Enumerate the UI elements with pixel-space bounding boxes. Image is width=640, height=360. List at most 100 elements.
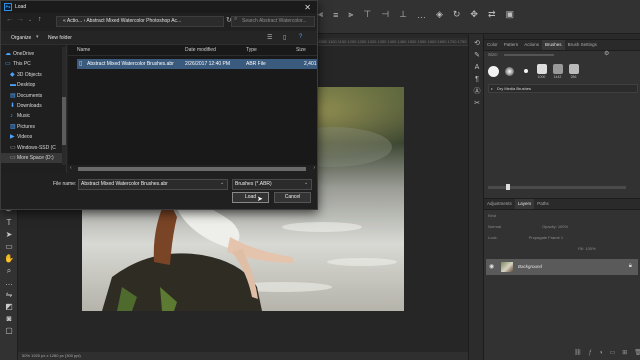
- fill-value[interactable]: 100%: [585, 246, 595, 251]
- screen-mode-icon[interactable]: ▢: [0, 325, 18, 337]
- brush-preset[interactable]: [519, 69, 532, 74]
- blend-mode-select[interactable]: Normal: [488, 224, 501, 229]
- brush-preset[interactable]: [487, 65, 500, 78]
- tab-adjustments[interactable]: Adjustments: [484, 199, 515, 209]
- folder-icon[interactable]: ▭: [610, 349, 616, 356]
- tab-layers[interactable]: Layers: [514, 199, 535, 209]
- view-options-icon[interactable]: ☰: [267, 34, 272, 41]
- path-select-icon[interactable]: ➤: [0, 229, 18, 241]
- tab-brush-settings[interactable]: Brush Settings: [565, 40, 600, 50]
- column-size[interactable]: Size: [296, 45, 306, 56]
- nav-item-downloads[interactable]: ⬇ Downloads: [1, 101, 66, 111]
- nav-scrollbar[interactable]: [62, 47, 66, 165]
- layer-name[interactable]: Background: [518, 259, 542, 275]
- type-tool-icon[interactable]: T: [0, 217, 18, 229]
- horizontal-scrollbar[interactable]: ‹ ›: [68, 165, 317, 173]
- 3d-mode-icon[interactable]: ◈: [436, 9, 443, 20]
- new-layer-icon[interactable]: ⊞: [622, 349, 627, 356]
- quick-mask-icon[interactable]: ◙: [0, 313, 18, 325]
- search-input[interactable]: Search Abstract Watercolor...: [231, 16, 315, 27]
- trash-icon[interactable]: 🗑︎: [634, 349, 640, 356]
- move-icon[interactable]: ✥: [470, 9, 478, 20]
- slider-thumb[interactable]: [506, 184, 510, 190]
- layer-filter-row[interactable]: Kind: [488, 211, 636, 221]
- camera-icon[interactable]: ▣: [506, 9, 515, 20]
- history-icon[interactable]: ⟲: [469, 38, 485, 50]
- column-type[interactable]: Type: [246, 45, 257, 56]
- scroll-right-icon[interactable]: ›: [313, 165, 315, 171]
- tab-color[interactable]: Color: [484, 40, 501, 50]
- slide-icon[interactable]: ⇄: [488, 9, 496, 20]
- align-right-icon[interactable]: ⫸: [348, 9, 353, 20]
- chevron-down-icon[interactable]: ▾: [36, 34, 39, 40]
- eye-icon[interactable]: ◉: [489, 263, 494, 270]
- link-icon[interactable]: ⛓: [574, 349, 582, 356]
- nav-item-documents[interactable]: ▤ Documents: [1, 91, 66, 101]
- file-name-field[interactable]: Abstract Mixed Watercolor Brushes.abr: [78, 179, 228, 190]
- new-brush-icon[interactable]: ⚙: [604, 50, 609, 57]
- brush-preset[interactable]: [503, 66, 516, 77]
- propagate-frame-label[interactable]: Propagate Frame 1: [529, 235, 563, 240]
- glyphs-icon[interactable]: Ⓐ: [469, 86, 485, 98]
- nav-item-more-space[interactable]: ▭ More Space (D:): [1, 152, 66, 164]
- nav-item-windows-ssd[interactable]: ▭ Windows-SSD (C: [1, 143, 66, 153]
- forward-arrow-icon[interactable]: →: [17, 16, 24, 23]
- align-center-icon[interactable]: ≡: [333, 10, 338, 20]
- tab-paths[interactable]: Paths: [534, 199, 552, 209]
- scroll-left-icon[interactable]: ‹: [70, 165, 72, 171]
- nav-item-3d-objects[interactable]: ◆ 3D Objects: [1, 70, 66, 80]
- fx-icon[interactable]: ƒ: [589, 350, 592, 356]
- paragraph-icon[interactable]: ¶: [469, 74, 485, 86]
- rotate-icon[interactable]: ↻: [453, 9, 461, 20]
- address-bar[interactable]: « Actio... › Abstract Mixed Watercolor P…: [56, 16, 224, 27]
- tab-brushes[interactable]: Brushes: [542, 40, 565, 50]
- distribute-bottom-icon[interactable]: ⊥: [399, 9, 407, 20]
- hand-tool-icon[interactable]: ✋: [0, 253, 18, 265]
- brush-preset[interactable]: 286: [567, 64, 580, 79]
- cancel-button[interactable]: Cancel: [274, 192, 311, 203]
- help-icon[interactable]: ?: [299, 34, 302, 40]
- preview-pane-icon[interactable]: ▯: [283, 34, 286, 41]
- brush-presets-icon[interactable]: ✎: [469, 50, 485, 62]
- scrollbar-thumb[interactable]: [78, 167, 306, 171]
- chevron-down-icon[interactable]: ⌄: [304, 180, 308, 186]
- more-icon[interactable]: …: [417, 10, 426, 20]
- layer-row-background[interactable]: ◉ Background 🔒︎: [486, 259, 638, 275]
- nav-item-this-pc[interactable]: ▭ This PC: [1, 59, 66, 69]
- nav-item-desktop[interactable]: ▬ Desktop: [1, 80, 66, 90]
- new-folder-button[interactable]: New folder: [48, 35, 72, 41]
- brush-group-folder[interactable]: ▸ Dry Media Brushes: [488, 84, 638, 93]
- rectangle-tool-icon[interactable]: ▭: [0, 241, 18, 253]
- back-arrow-icon[interactable]: ←: [6, 16, 13, 23]
- tab-actions[interactable]: Actions: [521, 40, 542, 50]
- file-type-select[interactable]: Brushes (*.ABR): [232, 179, 312, 190]
- nav-item-music[interactable]: ♪ Music: [1, 111, 66, 121]
- brush-size-slider[interactable]: [504, 54, 554, 56]
- column-name[interactable]: Name: [77, 45, 90, 56]
- column-date[interactable]: Date modified: [185, 45, 216, 56]
- up-arrow-icon[interactable]: ↑: [38, 16, 42, 23]
- nav-item-onedrive[interactable]: ☁ OneDrive: [1, 49, 66, 59]
- brush-preset[interactable]: 1442: [551, 64, 564, 79]
- color-swatches-icon[interactable]: ◩: [0, 301, 18, 313]
- opacity-value[interactable]: 100%: [558, 224, 568, 229]
- distribute-top-icon[interactable]: ⊤: [363, 9, 371, 20]
- zoom-tool-icon[interactable]: ⌕: [0, 265, 18, 277]
- edit-toolbar-icon[interactable]: ⇋: [0, 289, 18, 301]
- align-left-icon[interactable]: ⫷: [318, 9, 323, 20]
- tools-icon[interactable]: ✂: [469, 98, 485, 110]
- file-row[interactable]: ▯ Abstract Mixed Watercolor Brushes.abr …: [77, 59, 317, 69]
- nav-item-videos[interactable]: ▶ Videos: [1, 132, 66, 142]
- organize-button[interactable]: Organize: [11, 35, 31, 41]
- distribute-middle-icon[interactable]: ⊣: [381, 9, 389, 20]
- nav-item-pictures[interactable]: ▨ Pictures: [1, 122, 66, 132]
- scrollbar-thumb[interactable]: [62, 97, 66, 145]
- more-tools-icon[interactable]: …: [0, 277, 18, 289]
- mask-icon[interactable]: ◑: [599, 350, 603, 356]
- tab-pattern[interactable]: Pattern: [501, 40, 522, 50]
- character-icon[interactable]: A: [469, 62, 485, 74]
- load-button[interactable]: Load: [232, 192, 269, 203]
- chevron-down-icon[interactable]: ⌄: [220, 180, 224, 186]
- brush-preset[interactable]: 1000: [535, 64, 548, 79]
- chevron-down-icon[interactable]: ⌄: [28, 17, 32, 23]
